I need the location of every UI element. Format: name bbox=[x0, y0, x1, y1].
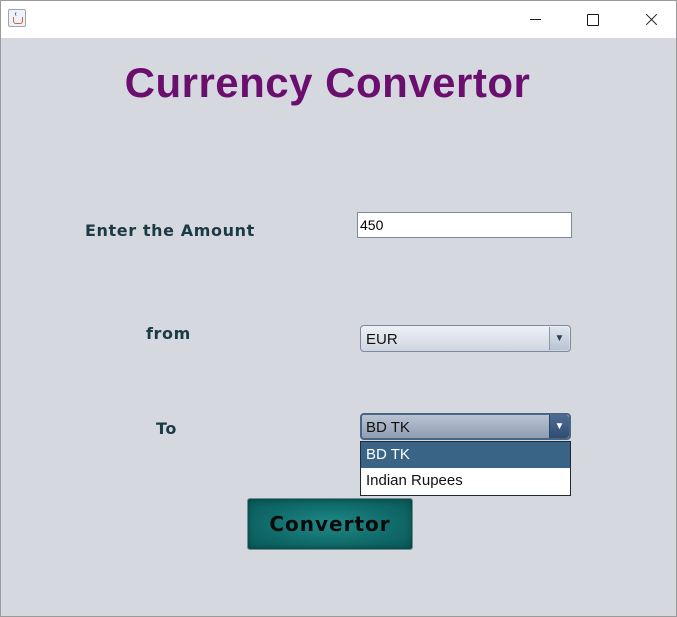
to-currency-dropdown: BD TK Indian Rupees bbox=[360, 441, 571, 496]
app-window: Currency Convertor Enter the Amount from… bbox=[0, 0, 677, 617]
maximize-button[interactable] bbox=[564, 1, 622, 38]
convert-button[interactable]: Convertor bbox=[247, 498, 413, 550]
to-currency-select[interactable]: BD TK ▼ bbox=[360, 413, 571, 440]
page-title: Currency Convertor bbox=[124, 59, 531, 106]
close-button[interactable] bbox=[622, 1, 677, 38]
from-label: from bbox=[146, 324, 191, 343]
minimize-icon bbox=[529, 19, 541, 20]
amount-input[interactable] bbox=[357, 212, 572, 238]
dropdown-option-indian-rupees[interactable]: Indian Rupees bbox=[361, 468, 570, 494]
title-bar[interactable] bbox=[1, 1, 676, 38]
to-currency-value: BD TK bbox=[366, 419, 410, 436]
chevron-down-icon[interactable]: ▼ bbox=[549, 415, 569, 438]
maximize-icon bbox=[587, 13, 599, 26]
chevron-down-icon[interactable]: ▼ bbox=[549, 327, 569, 350]
to-label: To bbox=[156, 419, 177, 438]
from-currency-select[interactable]: EUR ▼ bbox=[360, 325, 571, 352]
minimize-button[interactable] bbox=[506, 1, 564, 38]
amount-label: Enter the Amount bbox=[85, 221, 255, 240]
dropdown-option-bd-tk[interactable]: BD TK bbox=[361, 442, 570, 468]
from-currency-value: EUR bbox=[366, 331, 398, 348]
close-icon bbox=[645, 13, 658, 26]
java-cup-icon bbox=[8, 9, 26, 27]
